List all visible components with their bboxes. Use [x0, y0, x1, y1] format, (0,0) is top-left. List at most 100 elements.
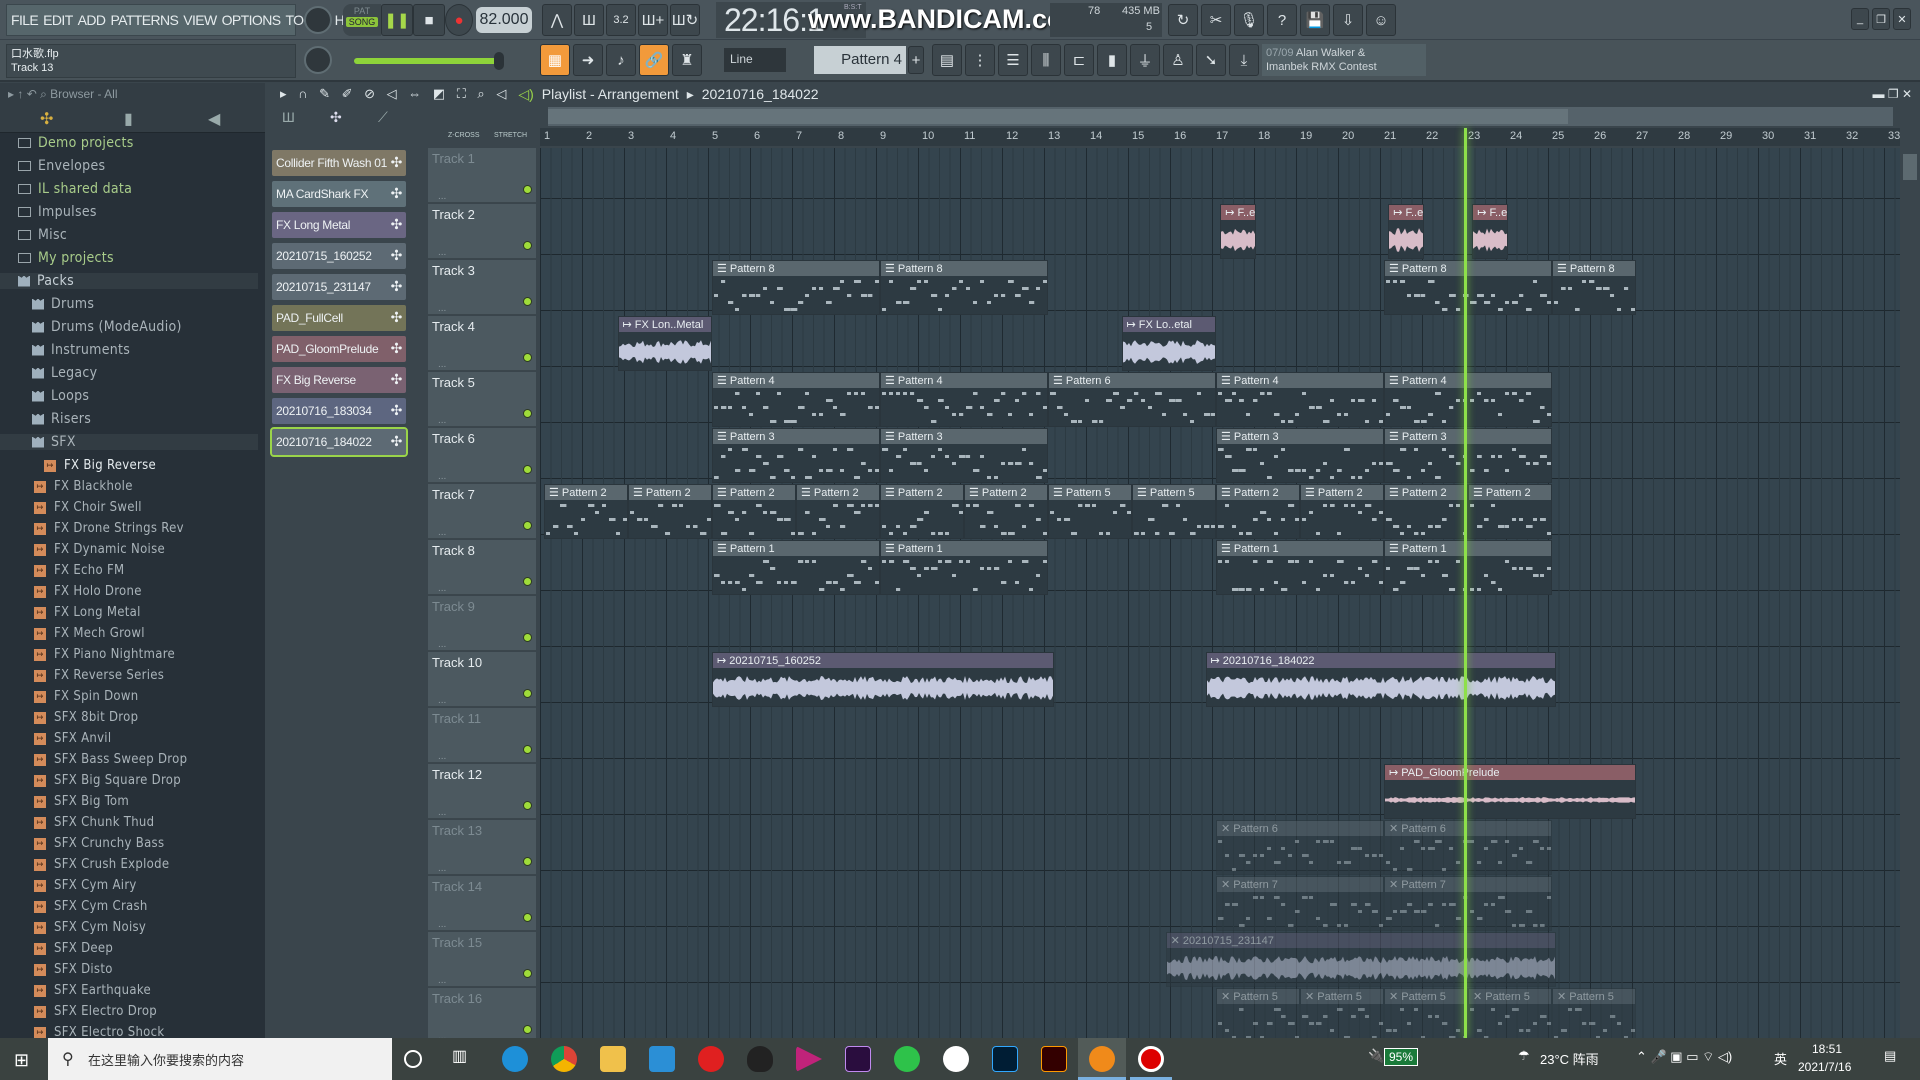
track-header[interactable]: Track 11...	[428, 708, 536, 763]
pattern-clip[interactable]: ✕ Pattern 5	[1552, 988, 1636, 1038]
metronome-icon[interactable]: ⋀	[542, 4, 572, 36]
browser-sample[interactable]: ↦ FX Dynamic Noise	[0, 542, 258, 557]
menu-add[interactable]: ADD	[78, 12, 106, 28]
pattern-clip[interactable]: ☰ Pattern 4	[880, 372, 1048, 427]
picker-item[interactable]: 20210715_231147 ✣	[272, 274, 406, 300]
track-menu-dots[interactable]: ...	[438, 695, 446, 706]
menu-edit[interactable]: EDIT	[43, 12, 73, 28]
taskbar-clock[interactable]: 18:51	[1812, 1042, 1842, 1056]
ruler-bar-number[interactable]: 4	[670, 130, 676, 142]
ruler-bar-number[interactable]: 13	[1048, 130, 1060, 142]
pattern-clip[interactable]: ✕ Pattern 5	[1216, 988, 1300, 1038]
add-pattern-button[interactable]: +	[908, 46, 924, 74]
track-menu-dots[interactable]: ...	[438, 583, 446, 594]
browser-sample[interactable]: ↦ SFX Cym Noisy	[0, 920, 258, 935]
drag-audio-icon[interactable]: ✣	[391, 309, 403, 326]
audio-clip[interactable]: ↦ FX Lo..etal	[1121, 316, 1216, 371]
pattern-clip[interactable]: ☰ Pattern 4	[1384, 372, 1552, 427]
audio-clip[interactable]: ↦ 20210716_184022	[1205, 652, 1557, 707]
wechat-icon[interactable]	[894, 1046, 920, 1072]
track-mute-led[interactable]	[523, 857, 532, 866]
record-button[interactable]: ●	[445, 4, 473, 36]
qq-icon[interactable]	[747, 1046, 773, 1072]
browser-folder-packs[interactable]: Packs	[0, 273, 258, 289]
ruler-bar-number[interactable]: 25	[1552, 130, 1564, 142]
windows-start-icon[interactable]: ⊞	[14, 1050, 29, 1071]
performance-icon[interactable]: ➘	[1196, 44, 1226, 76]
track-mute-led[interactable]	[523, 689, 532, 698]
fl-studio-taskbar-item[interactable]	[1078, 1038, 1126, 1080]
plugin-picker-icon[interactable]: ⊏	[1064, 44, 1094, 76]
track-mute-led[interactable]	[523, 353, 532, 362]
track-header[interactable]: Track 13...	[428, 820, 536, 875]
picker-item[interactable]: MA CardShark FX ✣	[272, 181, 406, 207]
minimize-icon[interactable]: _	[1851, 8, 1869, 30]
ruler-bar-number[interactable]: 23	[1468, 130, 1480, 142]
browser-folder[interactable]: IL shared data	[0, 181, 258, 197]
automation-picker-icon[interactable]: ⟋	[378, 109, 388, 126]
browser-sample[interactable]: ↦ SFX Crunchy Bass	[0, 836, 258, 851]
chrome-icon[interactable]	[551, 1046, 577, 1072]
mixer-icon[interactable]: ☰	[998, 44, 1028, 76]
ruler-bar-number[interactable]: 9	[880, 130, 886, 142]
browser-folder[interactable]: Impulses	[0, 204, 258, 220]
picker-item[interactable]: FX Long Metal ✣	[272, 212, 406, 238]
browser-sample[interactable]: ↦ SFX Earthquake	[0, 983, 258, 998]
pattern-clip[interactable]: ✕ Pattern 5	[1384, 988, 1468, 1038]
pattern-clip[interactable]: ☰ Pattern 8	[1384, 260, 1552, 315]
pattern-clip[interactable]: ☰ Pattern 2	[544, 484, 628, 539]
track-menu-dots[interactable]: ...	[438, 751, 446, 762]
track-mute-led[interactable]	[523, 465, 532, 474]
track-menu-dots[interactable]: ...	[438, 303, 446, 314]
plugin-icon[interactable]: ⏚	[1130, 44, 1160, 76]
menu-file[interactable]: FILE	[11, 12, 39, 28]
track-mute-led[interactable]	[523, 1025, 532, 1034]
browser-sample[interactable]: ↦ SFX Electro Shock	[0, 1025, 258, 1038]
pen-app-icon[interactable]	[943, 1046, 969, 1072]
premiere-icon[interactable]	[845, 1046, 871, 1072]
track-header[interactable]: Track 2...	[428, 204, 536, 259]
pattern-clip[interactable]: ☰ Pattern 5	[1132, 484, 1216, 539]
chat-icon[interactable]: ☺	[1366, 4, 1396, 36]
drag-audio-icon[interactable]: ✣	[391, 402, 403, 419]
track-header[interactable]: Track 5...	[428, 372, 536, 427]
zcross-label[interactable]: Z-CROSS	[448, 132, 480, 139]
edge-icon[interactable]	[502, 1046, 528, 1072]
pattern-clip[interactable]: ☰ Pattern 3	[880, 428, 1048, 483]
drag-audio-icon[interactable]: ✣	[391, 278, 403, 295]
pat-song-toggle[interactable]: PAT SONG	[343, 4, 381, 36]
download-icon[interactable]: ⤓	[1229, 44, 1259, 76]
audio-clip[interactable]: ↦ FX Lon..Metal	[617, 316, 712, 371]
browser-folder[interactable]: My projects	[0, 250, 258, 266]
track-menu-dots[interactable]: ...	[438, 639, 446, 650]
track-menu-dots[interactable]: ...	[438, 807, 446, 818]
drag-audio-icon[interactable]: ✣	[391, 247, 403, 264]
track-menu-dots[interactable]: ...	[438, 471, 446, 482]
vertical-scrollbar[interactable]	[1900, 148, 1920, 1038]
ruler-bar-number[interactable]: 26	[1594, 130, 1606, 142]
track-menu-dots[interactable]: ...	[438, 359, 446, 370]
track-mute-led[interactable]	[523, 633, 532, 642]
browser-pack[interactable]: Risers	[0, 411, 258, 427]
picker-item[interactable]: PAD_FullCell ✣	[272, 305, 406, 331]
track-header[interactable]: Track 14...	[428, 876, 536, 931]
cut-icon[interactable]: ✂	[1201, 4, 1231, 36]
browser-pack[interactable]: Drums (ModeAudio)	[0, 319, 258, 335]
mail-icon[interactable]	[649, 1046, 675, 1072]
audio-picker-icon[interactable]: ✣	[330, 109, 342, 126]
ruler-bar-number[interactable]: 30	[1762, 130, 1774, 142]
piano-roll-icon[interactable]: ♪	[606, 44, 636, 76]
link-icon[interactable]: 🔗	[639, 44, 669, 76]
track-menu-dots[interactable]: ...	[438, 247, 446, 258]
browser-folder[interactable]: Envelopes	[0, 158, 258, 174]
ruler-bar-number[interactable]: 10	[922, 130, 934, 142]
ruler-bar-number[interactable]: 18	[1258, 130, 1270, 142]
picker-item[interactable]: 20210715_160252 ✣	[272, 243, 406, 269]
track-header[interactable]: Track 10...	[428, 652, 536, 707]
ruler-bar-number[interactable]: 11	[964, 130, 975, 142]
blend-notes-icon[interactable]: Ш+	[638, 4, 668, 36]
browser-sample[interactable]: ↦ SFX Cym Crash	[0, 899, 258, 914]
master-pitch-knob[interactable]	[304, 46, 332, 74]
drag-audio-icon[interactable]: ✣	[391, 154, 403, 171]
browser-sample[interactable]: ↦ SFX Electro Drop	[0, 1004, 258, 1019]
